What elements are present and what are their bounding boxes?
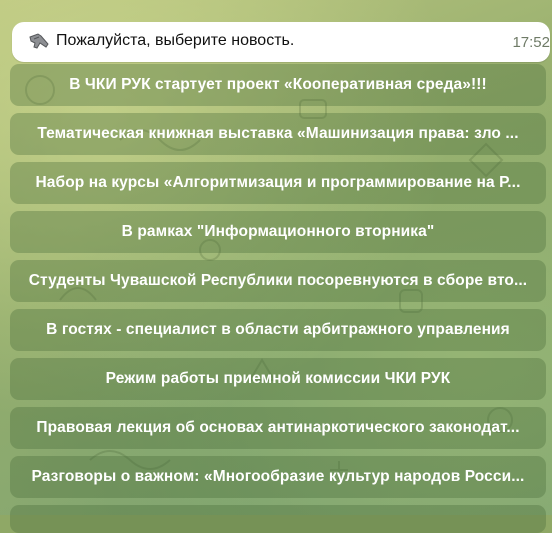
message-text: Пожалуйста, выберите новость. xyxy=(56,32,295,49)
news-button-9[interactable]: Разговоры о важном: «Многообразие культу… xyxy=(10,456,546,498)
news-button-8[interactable]: Правовая лекция об основах антинаркотиче… xyxy=(10,407,546,449)
news-button-7[interactable]: Режим работы приемной комиссии ЧКИ РУК xyxy=(10,358,546,400)
news-button-10[interactable] xyxy=(10,505,546,533)
news-button-1[interactable]: В ЧКИ РУК стартует проект «Кооперативная… xyxy=(10,64,546,106)
pointing-hand-icon xyxy=(29,33,49,49)
news-button-5[interactable]: Студенты Чувашской Республики посоревную… xyxy=(10,260,546,302)
message-timestamp: 17:52 xyxy=(512,34,550,51)
news-button-3[interactable]: Набор на курсы «Алгоритмизация и програм… xyxy=(10,162,546,204)
news-button-6[interactable]: В гостях - специалист в области арбитраж… xyxy=(10,309,546,351)
bot-message-bubble: Пожалуйста, выберите новость. 17:52 xyxy=(12,22,550,62)
news-button-2[interactable]: Тематическая книжная выставка «Машинизац… xyxy=(10,113,546,155)
news-button-4[interactable]: В рамках "Информационного вторника" xyxy=(10,211,546,253)
